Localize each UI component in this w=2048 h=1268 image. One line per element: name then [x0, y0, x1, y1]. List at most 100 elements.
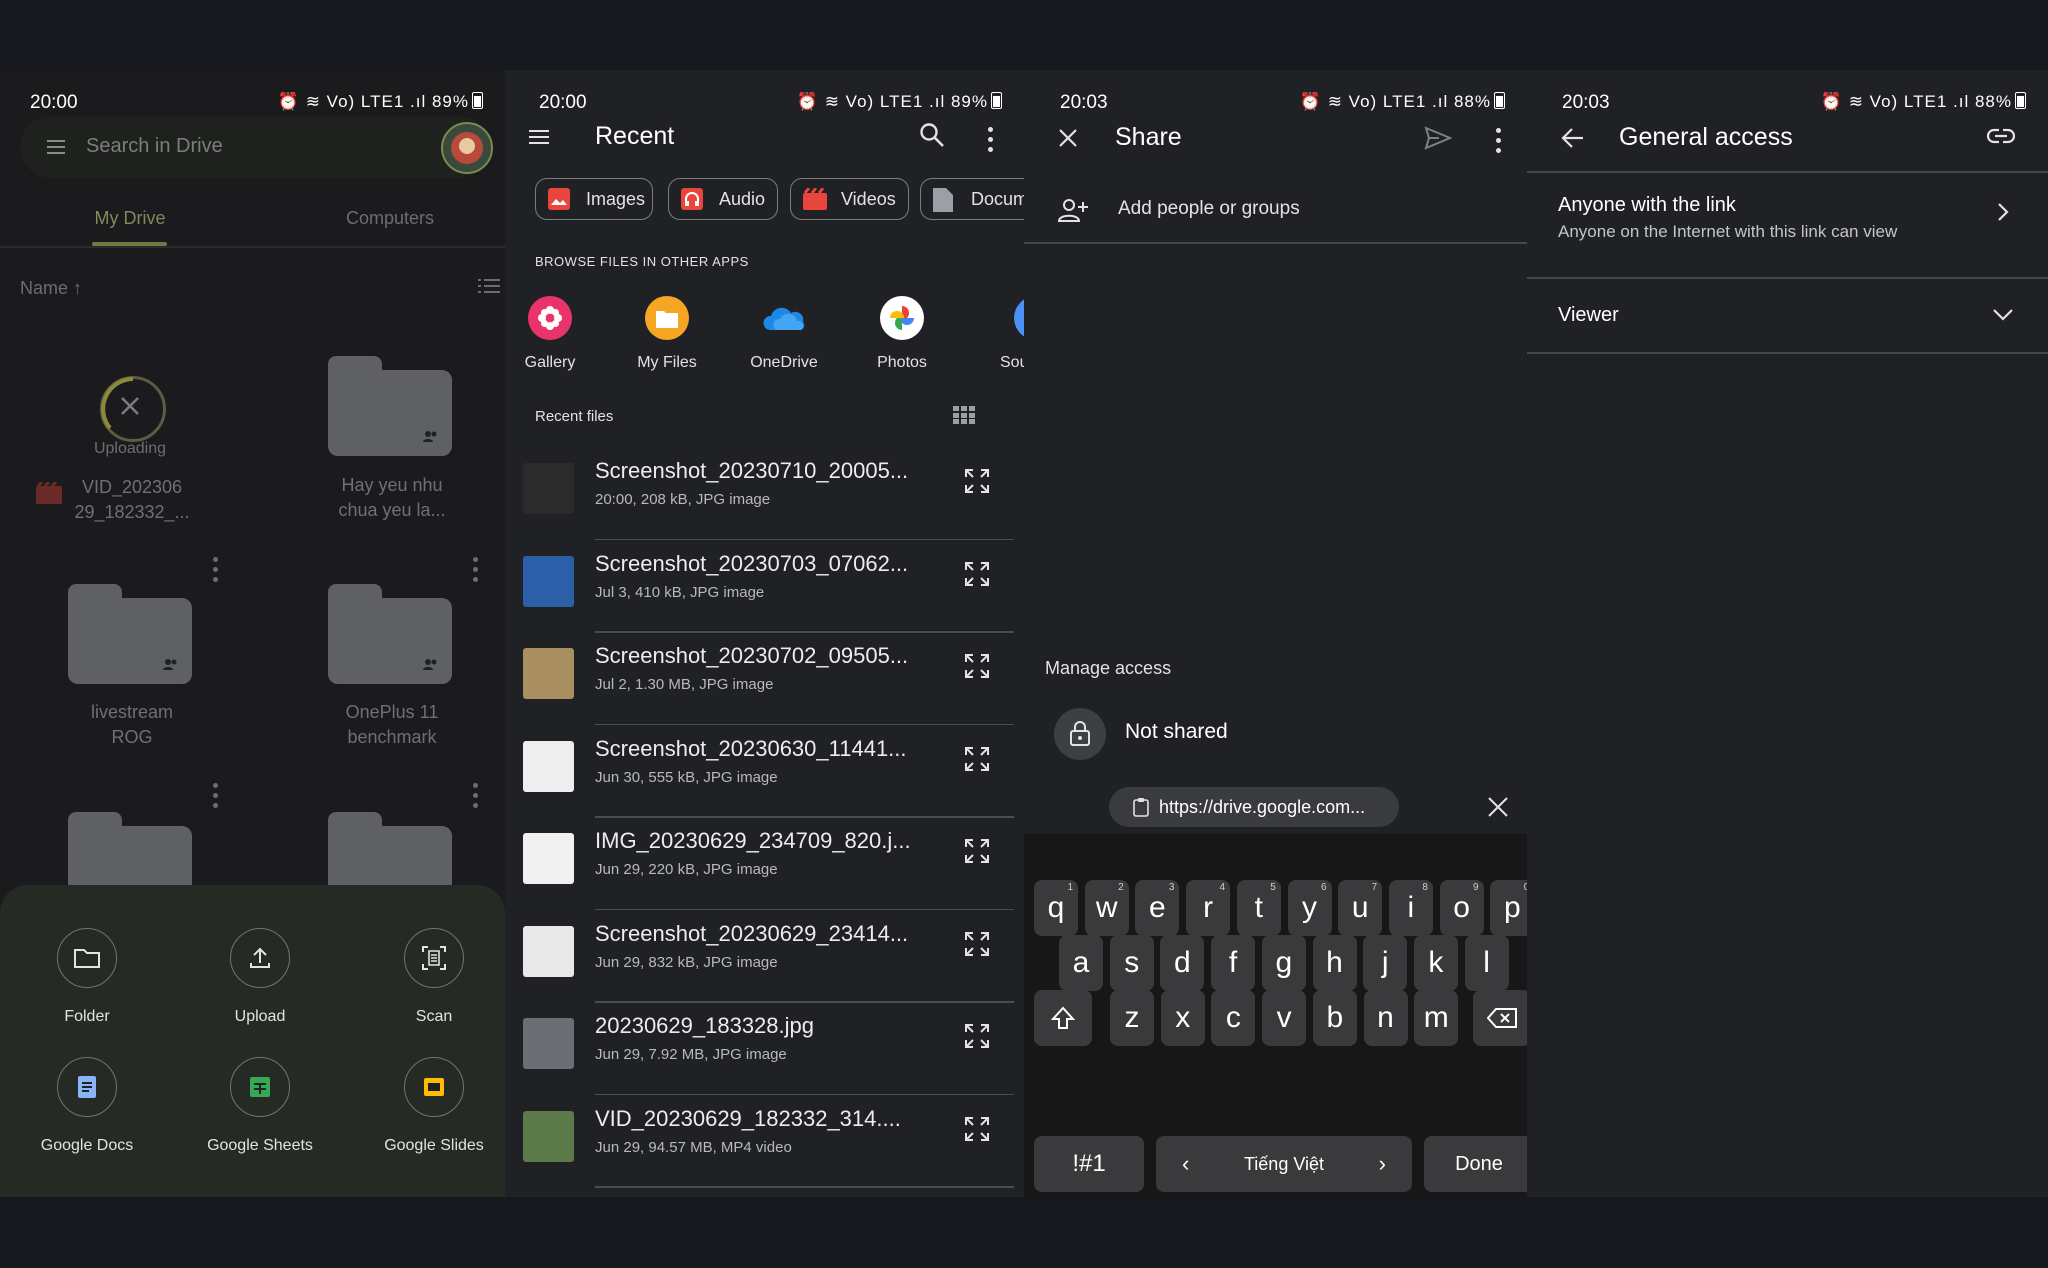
role-dropdown[interactable]: Viewer — [1527, 278, 2048, 353]
more-options-icon[interactable] — [988, 127, 994, 157]
expand-icon[interactable] — [963, 930, 991, 963]
expand-icon[interactable] — [963, 837, 991, 870]
drive-search-bar[interactable]: Search in Drive — [20, 116, 493, 178]
back-arrow-icon[interactable] — [1561, 126, 1585, 150]
upload-button[interactable]: Upload — [180, 928, 340, 1026]
google-docs-button[interactable]: Google Docs — [7, 1057, 167, 1155]
key-c[interactable]: c — [1211, 990, 1256, 1046]
filter-chip-documents[interactable]: Docum — [920, 178, 1024, 220]
more-options-icon[interactable] — [1496, 128, 1502, 158]
key-x[interactable]: x — [1160, 990, 1205, 1046]
list-view-icon[interactable] — [478, 277, 500, 295]
symbols-key[interactable]: !#1 — [1034, 1136, 1144, 1192]
drive-item-folder[interactable]: livestream ROG — [32, 700, 232, 750]
video-icon — [803, 187, 827, 210]
backspace-key[interactable] — [1473, 990, 1527, 1046]
file-row[interactable]: Screenshot_20230630_11441... Jun 30, 555 … — [505, 726, 1024, 818]
key-l[interactable]: l — [1464, 935, 1509, 991]
app-gallery[interactable]: Gallery — [505, 296, 610, 372]
key-h[interactable]: h — [1312, 935, 1357, 991]
file-row[interactable]: Screenshot_20230629_23414... Jun 29, 832 … — [505, 911, 1024, 1003]
expand-icon[interactable] — [963, 1022, 991, 1055]
app-onedrive[interactable]: OneDrive — [724, 296, 844, 372]
menu-icon[interactable] — [527, 125, 551, 149]
key-t[interactable]: t5 — [1236, 880, 1281, 936]
key-p[interactable]: p0 — [1490, 880, 1527, 936]
key-k[interactable]: k — [1413, 935, 1458, 991]
google-sheets-button[interactable]: Google Sheets — [180, 1057, 340, 1155]
not-shared-status[interactable]: Not shared — [1125, 720, 1228, 744]
key-z[interactable]: z — [1110, 990, 1154, 1046]
key-e[interactable]: e3 — [1135, 880, 1180, 936]
search-icon[interactable] — [919, 122, 945, 148]
more-options-icon[interactable] — [213, 557, 219, 587]
more-options-icon[interactable] — [473, 557, 479, 587]
more-options-icon[interactable] — [473, 783, 479, 813]
key-a[interactable]: a — [1059, 935, 1103, 991]
avatar[interactable] — [441, 122, 493, 174]
key-s[interactable]: s — [1109, 935, 1154, 991]
shift-key[interactable] — [1034, 990, 1092, 1046]
key-r[interactable]: r4 — [1186, 880, 1231, 936]
file-row[interactable]: Screenshot_20230702_09505... Jul 2, 1.30 … — [505, 633, 1024, 725]
file-row[interactable]: VID_20230629_182332_314.... Jun 29, 94.57… — [505, 1096, 1024, 1188]
drive-screen: 20:00 ⏰ ≋ Vo) LTE1 .ıl 89% Search in Dri… — [0, 70, 505, 1197]
manage-access-heading: Manage access — [1045, 658, 1172, 678]
grid-view-icon[interactable] — [953, 406, 975, 424]
key-i[interactable]: i8 — [1388, 880, 1433, 936]
file-row[interactable]: Screenshot_20230710_20005... 20:00, 208 k… — [505, 448, 1024, 540]
add-people-row[interactable]: Add people or groups — [1024, 188, 1527, 246]
key-m[interactable]: m — [1414, 990, 1459, 1046]
key-o[interactable]: o9 — [1439, 880, 1484, 936]
key-n[interactable]: n — [1363, 990, 1408, 1046]
scan-button[interactable]: Scan — [354, 928, 505, 1026]
close-icon[interactable] — [1058, 128, 1078, 148]
key-u[interactable]: u7 — [1338, 880, 1383, 936]
app-my-files[interactable]: My Files — [607, 296, 727, 372]
file-meta: Jun 29, 94.57 MB, MP4 video — [595, 1138, 792, 1156]
done-key[interactable]: Done — [1424, 1136, 1527, 1192]
key-b[interactable]: b — [1312, 990, 1357, 1046]
new-folder-button[interactable]: Folder — [7, 928, 167, 1026]
google-slides-button[interactable]: Google Slides — [354, 1057, 505, 1155]
send-icon[interactable] — [1424, 126, 1452, 150]
sort-by-name[interactable]: Name ↑ — [20, 278, 82, 299]
expand-icon[interactable] — [963, 467, 991, 500]
drive-item-folder[interactable]: Hay yeu nhu chua yeu la... — [292, 473, 492, 523]
language-spacebar[interactable]: ‹ Tiếng Việt › — [1156, 1136, 1412, 1192]
filter-chip-videos[interactable]: Videos — [790, 178, 909, 220]
file-row[interactable]: Screenshot_20230703_07062... Jul 3, 410 k… — [505, 541, 1024, 633]
key-q[interactable]: q1 — [1034, 880, 1078, 936]
drive-item-folder[interactable]: OnePlus 11 benchmark — [292, 700, 492, 750]
link-access-option[interactable]: Anyone with the link Anyone on the Inter… — [1527, 172, 2048, 250]
expand-icon[interactable] — [963, 560, 991, 593]
status-time: 20:03 — [1060, 92, 1108, 113]
tab-my-drive[interactable]: My Drive — [0, 208, 260, 229]
app-photos[interactable]: Photos — [842, 296, 962, 372]
filter-chip-images[interactable]: Images — [535, 178, 653, 220]
divider — [1024, 242, 1527, 244]
key-v[interactable]: v — [1262, 990, 1307, 1046]
clipboard-link-chip[interactable]: https://drive.google.com... — [1109, 787, 1399, 827]
key-d[interactable]: d — [1160, 935, 1205, 991]
key-w[interactable]: w2 — [1084, 880, 1129, 936]
expand-icon[interactable] — [963, 745, 991, 778]
file-row[interactable]: IMG_20230629_234709_820.j... Jun 29, 220 … — [505, 818, 1024, 910]
app-sound[interactable]: Sound — [960, 296, 1024, 372]
more-options-icon[interactable] — [213, 783, 219, 813]
close-clipboard-icon[interactable] — [1488, 797, 1508, 817]
key-j[interactable]: j — [1363, 935, 1408, 991]
menu-icon[interactable] — [44, 135, 68, 159]
tab-computers[interactable]: Computers — [260, 208, 505, 229]
expand-icon[interactable] — [963, 1115, 991, 1148]
role-label: Viewer — [1558, 304, 1619, 326]
key-g[interactable]: g — [1261, 935, 1306, 991]
key-f[interactable]: f — [1211, 935, 1256, 991]
filter-chip-audio[interactable]: Audio — [668, 178, 778, 220]
expand-icon[interactable] — [963, 652, 991, 685]
link-icon[interactable] — [1987, 128, 2015, 144]
drive-item-video[interactable]: VID_202306 29_182332_... — [32, 475, 232, 525]
key-y[interactable]: y6 — [1287, 880, 1332, 936]
file-thumbnail — [523, 1018, 574, 1069]
file-row[interactable]: 20230629_183328.jpg Jun 29, 7.92 MB, JPG … — [505, 1003, 1024, 1095]
